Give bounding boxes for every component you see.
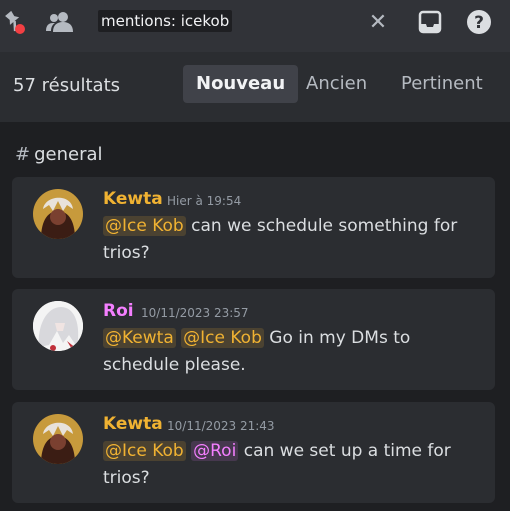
tab-oldest[interactable]: Ancien [293,65,380,103]
message-author[interactable]: Kewta [103,189,163,209]
search-result-message[interactable]: Kewta Hier à 19:54 @Ice Kob can we sched… [12,177,495,278]
search-header: mentions: icekob ✕ ? [0,0,510,52]
help-icon[interactable]: ? [464,0,494,44]
search-result-message[interactable]: Roi 10/11/2023 23:57 @Kewta @Ice Kob Go … [12,289,495,390]
message-author[interactable]: Kewta [103,414,163,434]
close-icon[interactable]: ✕ [366,0,390,44]
inbox-icon[interactable] [416,0,444,44]
avatar[interactable] [33,414,83,464]
tab-newest[interactable]: Nouveau [183,65,299,103]
message-content: @Ice Kob @Roi can we set up a time for t… [103,438,473,492]
message-author[interactable]: Roi [103,301,134,321]
svg-text:?: ? [474,13,484,33]
members-icon[interactable] [44,0,76,44]
avatar[interactable] [33,189,83,239]
tab-relevant[interactable]: Pertinent [388,65,496,103]
channel-hash-icon: # [15,144,31,165]
message-content: @Kewta @Ice Kob Go in my DMs to schedule… [103,325,473,379]
user-mention[interactable]: @Ice Kob [103,216,186,236]
channel-name: general [34,144,103,165]
user-mention[interactable]: @Kewta [103,328,176,348]
results-list: # general Kewta Hier à 19:54 @Ice Kob can… [0,122,510,511]
user-mention[interactable]: @Ice Kob [103,441,186,461]
pin-icon[interactable] [0,0,28,44]
results-header: 57 résultats Nouveau Ancien Pertinent [0,52,510,122]
search-result-message[interactable]: Kewta 10/11/2023 21:43 @Ice Kob @Roi can… [12,402,495,503]
avatar[interactable] [33,301,83,351]
message-timestamp: Hier à 19:54 [167,194,242,208]
user-mention[interactable]: @Roi [191,441,239,461]
message-content: @Ice Kob can we schedule something for t… [103,213,473,267]
channel-heading[interactable]: # general [15,144,103,165]
message-timestamp: 10/11/2023 21:43 [167,419,275,433]
search-query-input[interactable]: mentions: icekob [98,10,233,32]
user-mention[interactable]: @Ice Kob [181,328,264,348]
message-timestamp: 10/11/2023 23:57 [141,306,249,320]
results-count: 57 résultats [13,75,121,96]
